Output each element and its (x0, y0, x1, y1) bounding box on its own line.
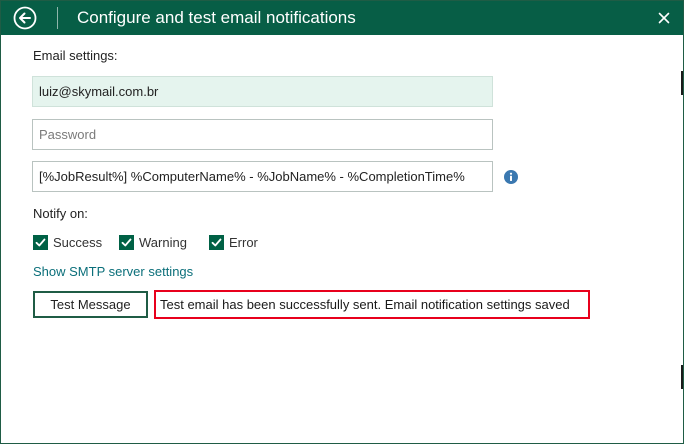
success-checkbox[interactable]: Success (33, 234, 102, 250)
error-checkbox[interactable]: Error (209, 234, 258, 250)
test-message-button[interactable]: Test Message (33, 291, 148, 318)
info-icon[interactable] (504, 170, 518, 184)
status-message-text: Test email has been successfully sent. E… (160, 297, 570, 312)
success-label: Success (53, 234, 103, 250)
warning-checkbox[interactable]: Warning (119, 234, 187, 250)
checkmark-icon (121, 238, 132, 246)
warning-label: Warning (139, 234, 187, 250)
checkbox-box[interactable] (33, 234, 48, 250)
email-settings-label: Email settings: (33, 48, 118, 63)
show-smtp-settings-link[interactable]: Show SMTP server settings (33, 264, 193, 279)
subject-field[interactable] (32, 161, 493, 192)
error-label: Error (229, 234, 258, 250)
notification-dialog: Configure and test email notifications E… (0, 0, 684, 444)
close-icon (658, 12, 670, 24)
title-bar: Configure and test email notifications (1, 1, 683, 35)
checkbox-box[interactable] (209, 234, 224, 250)
status-message: Test email has been successfully sent. E… (154, 290, 590, 319)
notify-on-label: Notify on: (33, 206, 88, 221)
checkbox-box[interactable] (119, 234, 134, 250)
password-field[interactable] (32, 119, 493, 150)
window-edge-mark (681, 365, 683, 389)
window-edge-mark (681, 71, 683, 95)
title-separator (57, 7, 58, 29)
checkmark-icon (35, 238, 46, 246)
close-button[interactable] (656, 10, 672, 26)
email-field[interactable] (32, 76, 493, 107)
back-arrow-circle-icon (13, 6, 37, 30)
back-button[interactable] (13, 6, 37, 30)
dialog-title: Configure and test email notifications (77, 8, 356, 27)
checkmark-icon (211, 238, 222, 246)
